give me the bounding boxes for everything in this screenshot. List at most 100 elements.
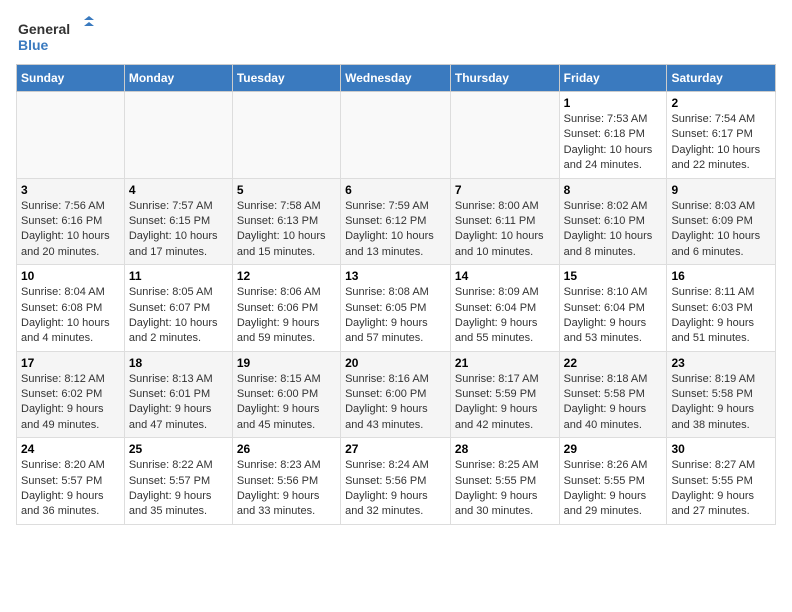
calendar-cell: 6 Sunrise: 7:59 AM Sunset: 6:12 PM Dayli… bbox=[341, 178, 451, 265]
day-number: 19 bbox=[237, 356, 336, 370]
day-info: Sunrise: 8:02 AM Sunset: 6:10 PM Dayligh… bbox=[564, 199, 663, 261]
day-number: 7 bbox=[455, 183, 555, 197]
day-number: 17 bbox=[21, 356, 120, 370]
calendar-week-row: 3 Sunrise: 7:56 AM Sunset: 6:16 PM Dayli… bbox=[17, 178, 776, 265]
day-info: Sunrise: 8:10 AM Sunset: 6:04 PM Dayligh… bbox=[564, 285, 663, 347]
day-info: Sunrise: 8:24 AM Sunset: 5:56 PM Dayligh… bbox=[345, 458, 446, 520]
day-info: Sunrise: 8:00 AM Sunset: 6:11 PM Dayligh… bbox=[455, 199, 555, 261]
day-info: Sunrise: 8:26 AM Sunset: 5:55 PM Dayligh… bbox=[564, 458, 663, 520]
day-info: Sunrise: 7:57 AM Sunset: 6:15 PM Dayligh… bbox=[129, 199, 228, 261]
calendar-body: 1 Sunrise: 7:53 AM Sunset: 6:18 PM Dayli… bbox=[17, 92, 776, 525]
day-info: Sunrise: 8:08 AM Sunset: 6:05 PM Dayligh… bbox=[345, 285, 446, 347]
day-number: 2 bbox=[671, 96, 771, 110]
weekday-header: Friday bbox=[559, 65, 667, 92]
calendar-cell: 25 Sunrise: 8:22 AM Sunset: 5:57 PM Dayl… bbox=[124, 438, 232, 525]
calendar-cell: 24 Sunrise: 8:20 AM Sunset: 5:57 PM Dayl… bbox=[17, 438, 125, 525]
logo-svg: General Blue bbox=[16, 16, 96, 56]
calendar-cell: 11 Sunrise: 8:05 AM Sunset: 6:07 PM Dayl… bbox=[124, 265, 232, 352]
calendar-cell: 4 Sunrise: 7:57 AM Sunset: 6:15 PM Dayli… bbox=[124, 178, 232, 265]
day-number: 27 bbox=[345, 442, 446, 456]
calendar-cell: 2 Sunrise: 7:54 AM Sunset: 6:17 PM Dayli… bbox=[667, 92, 776, 179]
calendar-cell: 3 Sunrise: 7:56 AM Sunset: 6:16 PM Dayli… bbox=[17, 178, 125, 265]
day-number: 13 bbox=[345, 269, 446, 283]
day-info: Sunrise: 8:05 AM Sunset: 6:07 PM Dayligh… bbox=[129, 285, 228, 347]
calendar-cell: 29 Sunrise: 8:26 AM Sunset: 5:55 PM Dayl… bbox=[559, 438, 667, 525]
calendar-cell: 21 Sunrise: 8:17 AM Sunset: 5:59 PM Dayl… bbox=[450, 351, 559, 438]
day-number: 5 bbox=[237, 183, 336, 197]
calendar-week-row: 24 Sunrise: 8:20 AM Sunset: 5:57 PM Dayl… bbox=[17, 438, 776, 525]
calendar-cell: 18 Sunrise: 8:13 AM Sunset: 6:01 PM Dayl… bbox=[124, 351, 232, 438]
calendar-cell: 1 Sunrise: 7:53 AM Sunset: 6:18 PM Dayli… bbox=[559, 92, 667, 179]
day-info: Sunrise: 7:56 AM Sunset: 6:16 PM Dayligh… bbox=[21, 199, 120, 261]
calendar-cell: 16 Sunrise: 8:11 AM Sunset: 6:03 PM Dayl… bbox=[667, 265, 776, 352]
day-info: Sunrise: 7:58 AM Sunset: 6:13 PM Dayligh… bbox=[237, 199, 336, 261]
day-number: 30 bbox=[671, 442, 771, 456]
day-info: Sunrise: 8:27 AM Sunset: 5:55 PM Dayligh… bbox=[671, 458, 771, 520]
day-number: 6 bbox=[345, 183, 446, 197]
day-info: Sunrise: 8:04 AM Sunset: 6:08 PM Dayligh… bbox=[21, 285, 120, 347]
page-header: General Blue bbox=[16, 16, 776, 56]
day-info: Sunrise: 8:12 AM Sunset: 6:02 PM Dayligh… bbox=[21, 372, 120, 434]
day-number: 20 bbox=[345, 356, 446, 370]
weekday-header: Tuesday bbox=[232, 65, 340, 92]
calendar-cell: 22 Sunrise: 8:18 AM Sunset: 5:58 PM Dayl… bbox=[559, 351, 667, 438]
day-number: 29 bbox=[564, 442, 663, 456]
calendar-cell: 12 Sunrise: 8:06 AM Sunset: 6:06 PM Dayl… bbox=[232, 265, 340, 352]
day-info: Sunrise: 8:22 AM Sunset: 5:57 PM Dayligh… bbox=[129, 458, 228, 520]
day-number: 24 bbox=[21, 442, 120, 456]
day-info: Sunrise: 8:06 AM Sunset: 6:06 PM Dayligh… bbox=[237, 285, 336, 347]
day-info: Sunrise: 8:03 AM Sunset: 6:09 PM Dayligh… bbox=[671, 199, 771, 261]
day-number: 3 bbox=[21, 183, 120, 197]
calendar-cell: 19 Sunrise: 8:15 AM Sunset: 6:00 PM Dayl… bbox=[232, 351, 340, 438]
header-row: SundayMondayTuesdayWednesdayThursdayFrid… bbox=[17, 65, 776, 92]
calendar-cell: 28 Sunrise: 8:25 AM Sunset: 5:55 PM Dayl… bbox=[450, 438, 559, 525]
day-info: Sunrise: 7:59 AM Sunset: 6:12 PM Dayligh… bbox=[345, 199, 446, 261]
calendar-week-row: 1 Sunrise: 7:53 AM Sunset: 6:18 PM Dayli… bbox=[17, 92, 776, 179]
weekday-header: Monday bbox=[124, 65, 232, 92]
calendar-cell: 13 Sunrise: 8:08 AM Sunset: 6:05 PM Dayl… bbox=[341, 265, 451, 352]
day-number: 18 bbox=[129, 356, 228, 370]
logo: General Blue bbox=[16, 16, 96, 56]
day-number: 11 bbox=[129, 269, 228, 283]
day-info: Sunrise: 8:11 AM Sunset: 6:03 PM Dayligh… bbox=[671, 285, 771, 347]
svg-text:General: General bbox=[18, 21, 70, 37]
calendar-cell: 5 Sunrise: 7:58 AM Sunset: 6:13 PM Dayli… bbox=[232, 178, 340, 265]
day-info: Sunrise: 7:54 AM Sunset: 6:17 PM Dayligh… bbox=[671, 112, 771, 174]
day-info: Sunrise: 8:13 AM Sunset: 6:01 PM Dayligh… bbox=[129, 372, 228, 434]
calendar-cell: 30 Sunrise: 8:27 AM Sunset: 5:55 PM Dayl… bbox=[667, 438, 776, 525]
calendar-cell: 17 Sunrise: 8:12 AM Sunset: 6:02 PM Dayl… bbox=[17, 351, 125, 438]
weekday-header: Saturday bbox=[667, 65, 776, 92]
calendar-cell: 14 Sunrise: 8:09 AM Sunset: 6:04 PM Dayl… bbox=[450, 265, 559, 352]
day-info: Sunrise: 8:20 AM Sunset: 5:57 PM Dayligh… bbox=[21, 458, 120, 520]
day-info: Sunrise: 8:23 AM Sunset: 5:56 PM Dayligh… bbox=[237, 458, 336, 520]
day-number: 16 bbox=[671, 269, 771, 283]
day-info: Sunrise: 8:09 AM Sunset: 6:04 PM Dayligh… bbox=[455, 285, 555, 347]
day-number: 9 bbox=[671, 183, 771, 197]
day-info: Sunrise: 8:19 AM Sunset: 5:58 PM Dayligh… bbox=[671, 372, 771, 434]
calendar-cell: 20 Sunrise: 8:16 AM Sunset: 6:00 PM Dayl… bbox=[341, 351, 451, 438]
calendar-cell: 8 Sunrise: 8:02 AM Sunset: 6:10 PM Dayli… bbox=[559, 178, 667, 265]
day-number: 10 bbox=[21, 269, 120, 283]
day-number: 28 bbox=[455, 442, 555, 456]
day-info: Sunrise: 8:15 AM Sunset: 6:00 PM Dayligh… bbox=[237, 372, 336, 434]
calendar-cell: 7 Sunrise: 8:00 AM Sunset: 6:11 PM Dayli… bbox=[450, 178, 559, 265]
day-number: 22 bbox=[564, 356, 663, 370]
calendar-cell: 26 Sunrise: 8:23 AM Sunset: 5:56 PM Dayl… bbox=[232, 438, 340, 525]
weekday-header: Wednesday bbox=[341, 65, 451, 92]
day-info: Sunrise: 8:16 AM Sunset: 6:00 PM Dayligh… bbox=[345, 372, 446, 434]
weekday-header: Thursday bbox=[450, 65, 559, 92]
calendar-cell: 15 Sunrise: 8:10 AM Sunset: 6:04 PM Dayl… bbox=[559, 265, 667, 352]
calendar-cell bbox=[17, 92, 125, 179]
day-info: Sunrise: 8:17 AM Sunset: 5:59 PM Dayligh… bbox=[455, 372, 555, 434]
day-info: Sunrise: 8:25 AM Sunset: 5:55 PM Dayligh… bbox=[455, 458, 555, 520]
calendar-week-row: 10 Sunrise: 8:04 AM Sunset: 6:08 PM Dayl… bbox=[17, 265, 776, 352]
weekday-header: Sunday bbox=[17, 65, 125, 92]
calendar-cell: 10 Sunrise: 8:04 AM Sunset: 6:08 PM Dayl… bbox=[17, 265, 125, 352]
day-number: 14 bbox=[455, 269, 555, 283]
calendar-cell bbox=[341, 92, 451, 179]
day-number: 1 bbox=[564, 96, 663, 110]
day-number: 8 bbox=[564, 183, 663, 197]
calendar-cell: 23 Sunrise: 8:19 AM Sunset: 5:58 PM Dayl… bbox=[667, 351, 776, 438]
day-number: 15 bbox=[564, 269, 663, 283]
calendar-cell: 27 Sunrise: 8:24 AM Sunset: 5:56 PM Dayl… bbox=[341, 438, 451, 525]
